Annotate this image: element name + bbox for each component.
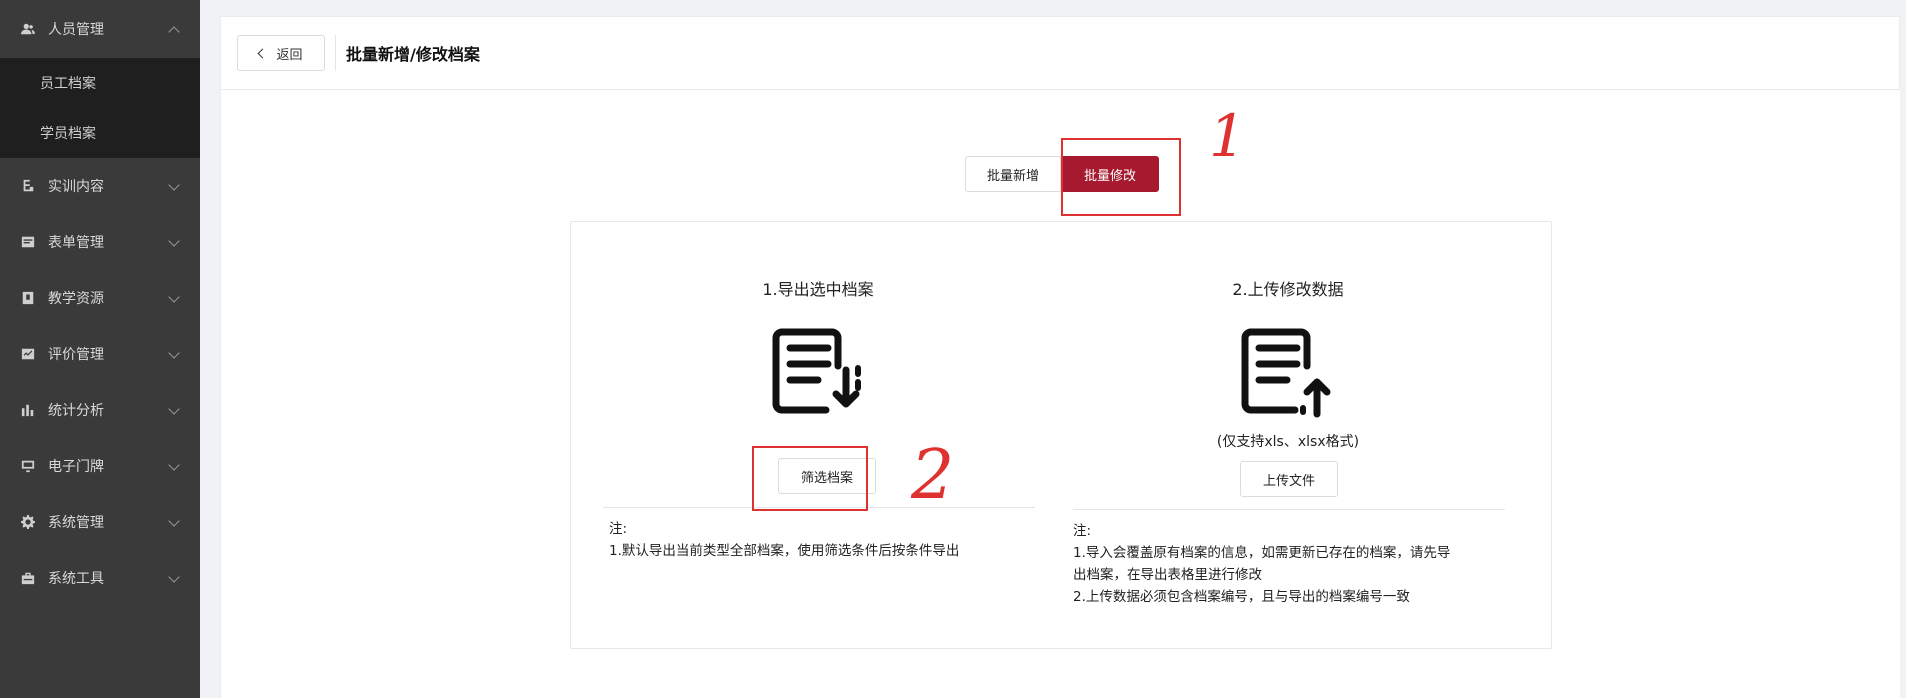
menu-group-label: 系统管理: [48, 515, 104, 531]
note-line: 2.上传数据必须包含档案编号，且与导出的档案编号一致: [1073, 589, 1410, 605]
page-header: 返回 批量新增/修改档案: [220, 16, 1900, 90]
document-upload-icon: [1241, 328, 1331, 418]
chevron-down-icon: [168, 291, 180, 303]
chevron-down-icon: [168, 347, 180, 359]
sidebar-item-label: 员工档案: [40, 76, 96, 92]
chevron-down-icon: [168, 459, 180, 471]
chevron-down-icon: [168, 515, 180, 527]
toolbox-icon: [20, 570, 36, 586]
annotation-box-2: [752, 446, 868, 511]
batch-modify-card: 1.导出选中档案 筛选档案 注: 1.默认导出当前类型全部档案，使用筛选条件后按…: [570, 221, 1552, 649]
upload-format-hint: (仅支持xls、xlsx格式): [1216, 434, 1360, 450]
menu-group-label: 电子门牌: [48, 459, 104, 475]
menu-group-forms[interactable]: 表单管理: [0, 214, 200, 270]
sidebar-item-staff-archive[interactable]: 员工档案: [0, 58, 200, 108]
chevron-left-icon: [258, 48, 268, 58]
menu-group-training[interactable]: 实训内容: [0, 158, 200, 214]
export-panel-title: 1.导出选中档案: [762, 280, 874, 299]
export-notes: 注: 1.默认导出当前类型全部档案，使用筛选条件后按条件导出: [609, 518, 959, 562]
menu-group-evaluation[interactable]: 评价管理: [0, 326, 200, 382]
evaluation-icon: [20, 346, 36, 362]
training-icon: [20, 178, 36, 194]
note-line: 1.默认导出当前类型全部档案，使用筛选条件后按条件导出: [609, 543, 960, 559]
menu-group-e-doorplate[interactable]: 电子门牌: [0, 438, 200, 494]
export-panel: 1.导出选中档案 筛选档案 注: 1.默认导出当前类型全部档案，使用筛选条件后按…: [603, 222, 1035, 648]
chevron-down-icon: [168, 403, 180, 415]
menu-group-label: 人员管理: [48, 22, 104, 38]
back-button-label: 返回: [276, 47, 303, 63]
chevron-down-icon: [168, 235, 180, 247]
menu-group-statistics[interactable]: 统计分析: [0, 382, 200, 438]
annotation-mark-1: 1: [1209, 102, 1246, 170]
sidebar: 人员管理 员工档案 学员档案 实训内容 表单管理 教学资源 评价管理 统计分析 …: [0, 0, 200, 698]
page-title: 批量新增/修改档案: [346, 45, 480, 64]
upload-panel: 2.上传修改数据 (仅支持xls、xlsx格式) 上传文件 注: 1.导入会覆盖…: [1073, 222, 1505, 648]
menu-group-tools[interactable]: 系统工具: [0, 550, 200, 606]
annotation-box-1: [1061, 138, 1181, 216]
menu-group-personnel[interactable]: 人员管理: [0, 0, 200, 58]
notes-title: 注:: [1073, 523, 1092, 539]
main-area: 返回 批量新增/修改档案 批量新增 批量修改 1 1.导出选中档案 筛选档案 注…: [220, 0, 1900, 698]
upload-panel-divider: [1073, 509, 1505, 510]
upload-panel-title: 2.上传修改数据: [1232, 280, 1344, 299]
user-group-icon: [20, 21, 36, 37]
note-line: 出档案，在导出表格里进行修改: [1073, 567, 1262, 583]
submenu-personnel: 员工档案 学员档案: [0, 58, 200, 158]
menu-group-system[interactable]: 系统管理: [0, 494, 200, 550]
upload-notes: 注: 1.导入会覆盖原有档案的信息，如需更新已存在的档案，请先导 出档案，在导出…: [1073, 520, 1450, 608]
annotation-mark-2-text: 2: [911, 436, 955, 515]
sidebar-item-student-archive[interactable]: 学员档案: [0, 108, 200, 158]
menu-group-label: 教学资源: [48, 291, 104, 307]
annotation-mark-2: 2: [911, 436, 954, 515]
upload-file-button-label: 上传文件: [1262, 473, 1315, 489]
annotation-mark-1-text: 1: [1209, 102, 1246, 170]
content-area: 批量新增 批量修改 1 1.导出选中档案 筛选档案 注: 1.默认导出当前类型全…: [220, 90, 1900, 698]
document-download-icon: [772, 328, 861, 414]
monitor-icon: [20, 458, 36, 474]
resource-icon: [20, 290, 36, 306]
back-button[interactable]: 返回: [237, 35, 325, 71]
form-icon: [20, 234, 36, 250]
chevron-down-icon: [168, 179, 180, 191]
upload-file-button[interactable]: 上传文件: [1240, 461, 1338, 497]
gear-icon: [20, 514, 36, 530]
chevron-down-icon: [168, 571, 180, 583]
note-line: 1.导入会覆盖原有档案的信息，如需更新已存在的档案，请先导: [1073, 545, 1451, 561]
menu-group-label: 统计分析: [48, 403, 104, 419]
tab-batch-add[interactable]: 批量新增: [965, 156, 1061, 192]
notes-title: 注:: [609, 521, 628, 537]
header-divider: [335, 35, 336, 71]
tab-label: 批量新增: [986, 168, 1039, 184]
chevron-up-icon: [168, 26, 180, 38]
menu-group-label: 系统工具: [48, 571, 104, 587]
sidebar-item-label: 学员档案: [40, 126, 96, 142]
menu-group-label: 评价管理: [48, 347, 104, 363]
menu-group-label: 表单管理: [48, 235, 104, 251]
menu-group-resources[interactable]: 教学资源: [0, 270, 200, 326]
menu-group-label: 实训内容: [48, 179, 104, 195]
bar-chart-icon: [20, 402, 36, 418]
